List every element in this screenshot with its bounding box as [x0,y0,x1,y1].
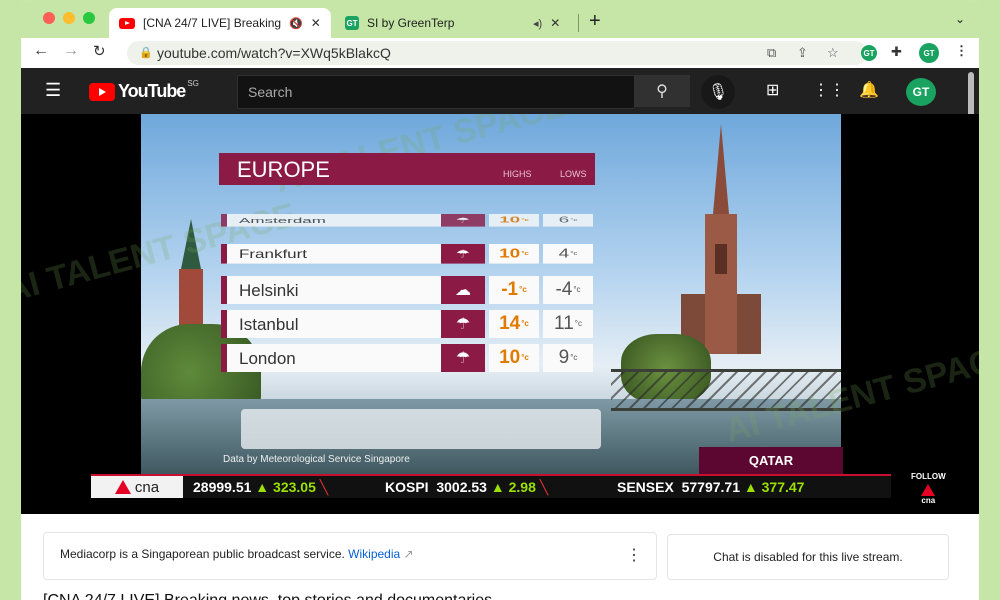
low-temp: 6°c [543,214,593,227]
mute-icon[interactable]: 🔇 [289,17,303,30]
url-text[interactable]: youtube.com/watch?v=XWq5kBlakcQ [157,45,391,61]
info-panel: Mediacorp is a Singaporean public broadc… [43,532,657,580]
follow-cna-badge: FOLLOW cna [911,472,946,505]
rain-icon: ☂ [441,244,485,264]
boat [241,409,601,449]
lock-icon: 🔒 [139,47,153,59]
new-tab-button[interactable]: + [589,10,601,33]
rain-icon: ☂ [441,310,485,338]
audio-icon[interactable]: ◂) [533,17,542,30]
cna-logo: cna [91,476,183,498]
city-name: London [239,349,296,368]
share-icon[interactable]: ⇪ [797,45,808,61]
search-placeholder: Search [248,84,293,100]
region-code: SG [187,79,199,88]
low-temp: 9°c [543,344,593,372]
highs-header: HIGHS [503,169,532,179]
city-name: Amsterdam [239,216,326,225]
youtube-logo-text: YouTube [118,81,186,101]
browser-toolbar: ← → ↻ 🔒 youtube.com/watch?v=XWq5kBlakcQ … [21,38,979,68]
microphone-icon: 🎙 [707,84,729,101]
youtube-header: ☰ YouTube SG Search ⚲ 🎙 ⊞ ⋮⋮ 🔔 GT [21,68,979,114]
tab-strip: [CNA 24/7 LIVE] Breaking 🔇 ✕ GT SI by Gr… [21,0,979,38]
rain-icon: ☂ [441,344,485,372]
open-in-app-icon[interactable]: ⧉ [767,45,776,61]
chat-panel: Chat is disabled for this live stream. [667,534,949,580]
city-name: Frankfurt [239,247,308,261]
profile-avatar-icon[interactable]: GT [919,43,939,63]
minimize-window-button[interactable] [63,12,75,24]
account-avatar[interactable]: GT [906,78,936,106]
address-bar[interactable]: 🔒 youtube.com/watch?v=XWq5kBlakcQ ⧉ ⇪ ☆ [127,41,867,65]
tab-search-chevron-icon[interactable]: ⌄ [955,12,965,26]
video-player[interactable]: AI TALENT SPACE AI TALENT SPACE AI TALEN… [21,114,979,514]
city-name: Istanbul [239,315,299,334]
cloud-icon: ☁ [441,276,485,304]
low-temp: 4°c [543,244,593,264]
search-button[interactable]: ⚲ [634,75,690,107]
ticker-item: 28999.51 ▲ 323.05 ╲ [193,479,329,495]
browser-window: [CNA 24/7 LIVE] Breaking 🔇 ✕ GT SI by Gr… [21,0,979,600]
video-title: [CNA 24/7 LIVE] Breaking news, top stori… [43,592,492,600]
ticker-item: SENSEX 57797.71 ▲ 377.47 [617,479,805,495]
youtube-play-logo-icon [89,82,115,101]
tab-youtube[interactable]: [CNA 24/7 LIVE] Breaking 🔇 ✕ [109,8,331,38]
tab-title: SI by GreenTerp [367,16,455,30]
up-arrow-icon: ▲ [743,479,758,495]
city-name: Helsinki [239,281,299,300]
greenterp-favicon-icon: GT [345,16,359,30]
tab-greenterp[interactable]: GT SI by GreenTerp ◂) ✕ [337,8,567,38]
region-title: EUROPE [237,157,330,182]
wikipedia-link[interactable]: Wikipedia [348,547,400,561]
tab-divider [578,14,579,32]
youtube-logo[interactable]: YouTube SG [89,79,199,102]
high-temp: 10°c [489,244,539,264]
cna-logo-icon [114,480,131,494]
info-text: Mediacorp is a Singaporean public broadc… [60,547,414,561]
low-temp: 11°c [543,310,593,338]
up-arrow-icon: ▲ [490,479,505,495]
external-link-icon: ↗ [403,547,414,561]
high-temp: 10°c [489,214,539,227]
sponsor-logo: QATAR [699,447,843,474]
close-tab-icon[interactable]: ✕ [311,16,321,30]
reload-icon[interactable]: ↻ [93,42,106,60]
notifications-bell-icon[interactable]: 🔔 [859,80,879,100]
back-arrow-icon[interactable]: ← [33,42,49,60]
close-window-button[interactable] [43,12,55,24]
extensions-puzzle-icon[interactable]: ✚ [891,44,902,60]
youtube-favicon-icon [119,17,135,29]
high-temp: 10°c [489,344,539,372]
rain-icon: ☂ [441,214,485,227]
chat-disabled-message: Chat is disabled for this live stream. [713,550,903,564]
high-temp: -1°c [489,276,539,304]
ticker-item: KOSPI 3002.53 ▲ 2.98 ╲ [385,479,549,495]
low-temp: -4°c [543,276,593,304]
more-options-icon[interactable]: ⋮ [626,545,642,565]
stock-ticker: cna 28999.51 ▲ 323.05 ╲ KOSPI 3002.53 ▲ … [91,474,891,498]
search-icon: ⚲ [656,83,668,100]
cna-logo-icon [921,484,936,496]
bookmark-star-icon[interactable]: ☆ [827,45,839,61]
high-temp: 14°c [489,310,539,338]
greenterp-extension-icon[interactable]: GT [861,45,877,61]
voice-search-button[interactable]: 🎙 [701,75,735,109]
search-input[interactable]: Search [237,75,635,109]
close-tab-icon[interactable]: ✕ [550,16,560,30]
tab-title: [CNA 24/7 LIVE] Breaking [143,16,282,30]
maximize-window-button[interactable] [83,12,95,24]
cathedral-illustration [681,124,761,354]
weather-panel-header: EUROPE HIGHS LOWS [219,153,595,185]
browser-menu-icon[interactable]: ⋮ [955,43,968,59]
create-video-icon[interactable]: ⊞ [766,80,779,100]
forward-arrow-icon[interactable]: → [63,42,79,60]
apps-grid-icon[interactable]: ⋮⋮ [813,80,845,100]
lows-header: LOWS [560,169,587,179]
data-credit: Data by Meteorological Service Singapore [223,454,410,465]
up-arrow-icon: ▲ [255,479,270,495]
hamburger-menu-icon[interactable]: ☰ [45,80,61,101]
